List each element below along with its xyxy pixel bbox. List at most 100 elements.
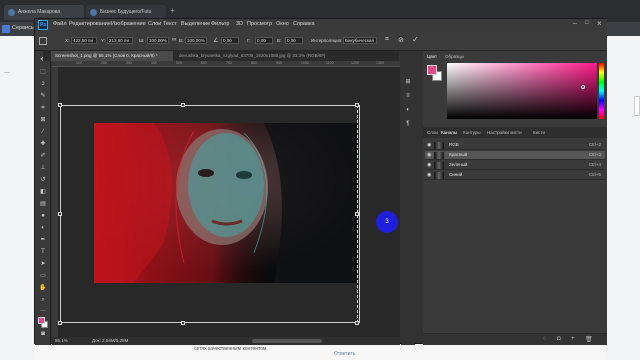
menu-edit[interactable]: Редактирование (69, 21, 111, 27)
menu-filter[interactable]: Фильтр (211, 21, 229, 27)
adjust-icon[interactable]: ◐ (404, 107, 412, 114)
crop-tool-icon[interactable]: ⌗ (39, 105, 47, 112)
type-tool-icon[interactable]: T (39, 249, 47, 256)
tab-paths[interactable]: Контуры (463, 130, 481, 135)
quick-mask-icon[interactable]: ◙ (39, 331, 47, 338)
tab-color[interactable]: Цвет (427, 54, 437, 59)
new-tab-button[interactable]: + (170, 6, 175, 15)
stamp-tool-icon[interactable]: ⊥ (39, 165, 47, 172)
menu-file[interactable]: Файл (53, 21, 67, 27)
menu-view[interactable]: Просмотр (247, 21, 272, 27)
pen-tool-icon[interactable]: ✒ (39, 237, 47, 244)
skew-v-field[interactable]: 0,00 (285, 37, 303, 44)
horizontal-scrollbar[interactable] (252, 339, 322, 343)
link-icon[interactable]: ∞ (172, 37, 176, 43)
x-field[interactable]: 422,50 пи (71, 37, 97, 44)
width-field[interactable]: 100,00% (147, 37, 169, 44)
doc-tab-active[interactable]: Screenshot_1.png @ 55,1% (Слой 0, Красны… (51, 51, 173, 61)
status-bar: 55,1% Док: 2,54M/5,28M (52, 337, 400, 345)
brush-tool-icon[interactable]: ✐ (39, 153, 47, 160)
channel-row[interactable]: ◉ Зеленый Ctrl+4 (425, 161, 605, 170)
menu-help[interactable]: Справка (293, 21, 315, 27)
dodge-tool-icon[interactable]: ◐ (39, 225, 47, 232)
save-selection-icon[interactable]: ◘ (557, 336, 561, 342)
tab-swatches[interactable]: Образцы (445, 54, 464, 59)
transform-handle-left[interactable] (58, 212, 62, 216)
transform-handle-br[interactable] (355, 321, 359, 325)
panel-foreground-swatch[interactable] (427, 65, 437, 75)
marquee-tool-icon[interactable]: ⬚ (39, 69, 47, 76)
zoom-level[interactable]: 55,1% (55, 338, 68, 343)
quick-select-icon[interactable]: ✎ (39, 93, 47, 100)
gradient-tool-icon[interactable]: ▤ (39, 201, 47, 208)
warp-icon[interactable]: ⌗ (385, 36, 389, 44)
transform-handle-tl[interactable] (58, 103, 62, 107)
commit-icon[interactable]: ✓ (412, 35, 419, 44)
hand-tool-icon[interactable]: ✋ (39, 285, 47, 292)
channel-row-selected[interactable]: ◉ Красный Ctrl+3 (425, 151, 605, 160)
channel-row[interactable]: ◉ Синий Ctrl+5 (425, 171, 605, 180)
tab-brushes[interactable]: Кисти (533, 130, 545, 135)
close-icon[interactable]: × (597, 19, 602, 28)
channel-shortcut: Ctrl+3 (588, 152, 601, 157)
frame-tool-icon[interactable]: ⊠ (39, 117, 47, 124)
properties-icon[interactable]: ≡ (404, 93, 412, 100)
lasso-tool-icon[interactable]: ↄ (39, 81, 47, 88)
transform-handle-bottom[interactable] (181, 321, 185, 325)
interp-select[interactable]: Бикубическая (343, 37, 377, 44)
cancel-icon[interactable]: ⊘ (398, 36, 404, 44)
load-selection-icon[interactable]: ◌ (543, 336, 547, 342)
menu-layers[interactable]: Слои (148, 21, 161, 27)
channel-name: Красный (449, 152, 468, 157)
doc-size[interactable]: Док: 2,54M/5,28M (92, 338, 128, 343)
channel-row[interactable]: ◉ RGB Ctrl+2 (425, 141, 605, 150)
tab-brush-settings[interactable]: Настройки кисти (487, 130, 522, 135)
transform-handle-right[interactable] (355, 212, 359, 216)
maximize-icon[interactable]: □ (585, 20, 589, 26)
foreground-color-swatch[interactable] (38, 317, 45, 324)
ruler-tick-label: 1100 (326, 61, 334, 65)
healing-brush-icon[interactable]: ✚ (39, 141, 47, 148)
transform-handle-top[interactable] (181, 103, 185, 107)
history-icon[interactable]: ⊞ (404, 79, 412, 86)
paragraph-icon[interactable]: ¶ (404, 121, 412, 128)
eye-icon[interactable]: ◉ (427, 142, 432, 148)
height-field[interactable]: 100,00% (185, 37, 207, 44)
x-label: X: (65, 38, 70, 43)
transform-bounding-box (60, 105, 360, 323)
more-tools-icon[interactable]: … (39, 307, 47, 314)
eraser-tool-icon[interactable]: ◧ (39, 189, 47, 196)
rectangle-tool-icon[interactable]: ▭ (39, 273, 47, 280)
menu-window[interactable]: Окно (276, 21, 289, 27)
apps-icon[interactable] (2, 25, 10, 33)
angle-field[interactable]: 0,00 (221, 37, 239, 44)
menu-select[interactable]: Выделение (181, 21, 210, 27)
color-picker-field[interactable] (447, 63, 597, 119)
skew-h-field[interactable]: 0,00 (255, 37, 273, 44)
new-channel-icon[interactable]: + (571, 336, 575, 342)
eye-icon[interactable]: ◉ (427, 162, 432, 168)
transform-handle-bl[interactable] (58, 321, 62, 325)
zoom-tool-icon[interactable]: ⌕ (39, 297, 47, 304)
path-select-icon[interactable]: ➤ (39, 261, 47, 268)
menu-type[interactable]: Текст (163, 21, 177, 27)
menu-image[interactable]: Изображение (111, 21, 146, 27)
bookmark-services[interactable]: Сервисы (12, 25, 35, 31)
tab-channels[interactable]: Каналы (441, 130, 457, 135)
blur-tool-icon[interactable]: ● (39, 213, 47, 220)
move-tool-icon[interactable] (39, 37, 47, 45)
eyedropper-icon[interactable]: ⁄ (39, 129, 47, 136)
minimize-icon[interactable]: – (573, 20, 577, 27)
doc-tab-2[interactable]: devushka_bryunetka_vzglyad_83709_1920x10… (175, 51, 355, 61)
reply-link[interactable]: Ответить (334, 351, 355, 357)
y-field[interactable]: 213,50 пи (107, 37, 133, 44)
color-picker-marker[interactable] (581, 85, 585, 89)
trash-icon[interactable]: 🗑 (585, 336, 593, 343)
hue-slider[interactable] (599, 63, 604, 119)
transform-handle-tr[interactable] (355, 103, 359, 107)
menu-3d[interactable]: 3D (236, 21, 243, 27)
history-brush-icon[interactable]: ↺ (39, 177, 47, 184)
eye-icon[interactable]: ◉ (427, 172, 432, 178)
eye-icon[interactable]: ◉ (427, 152, 432, 158)
tab-layers[interactable]: Слои (427, 130, 438, 135)
